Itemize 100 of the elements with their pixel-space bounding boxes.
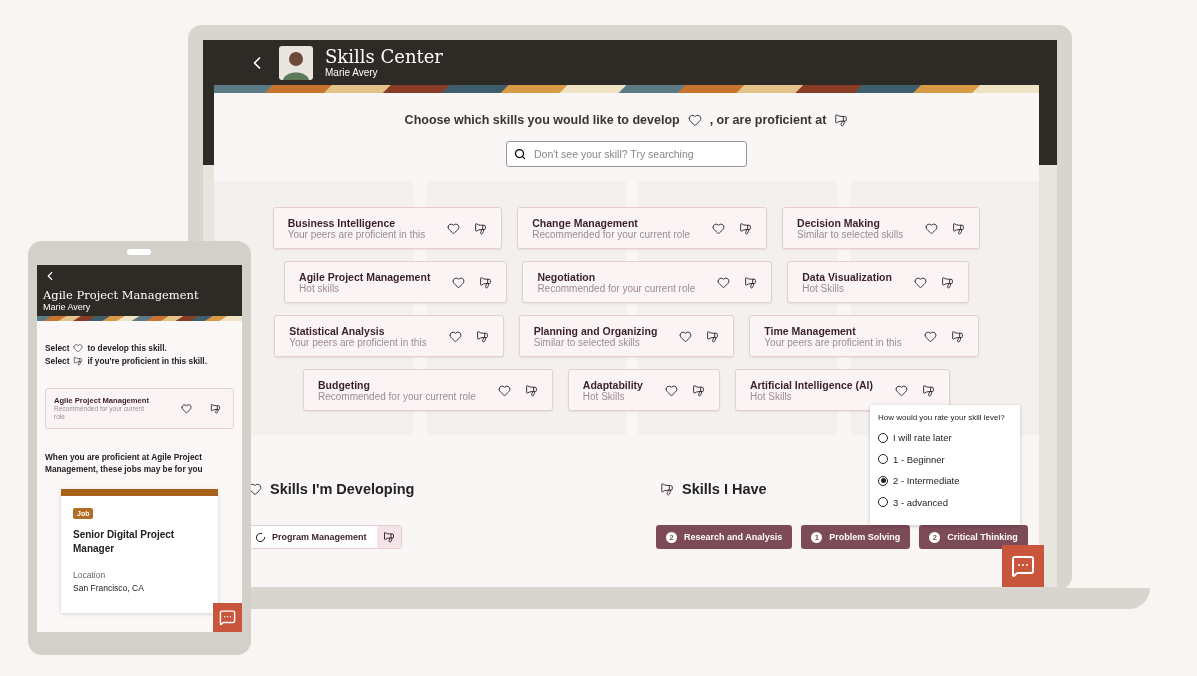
location-value: San Francisco, CA — [73, 583, 145, 594]
skill-card[interactable]: Decision Making Similar to selected skills — [782, 207, 981, 249]
megaphone-button[interactable] — [376, 526, 401, 548]
megaphone-icon — [382, 531, 395, 543]
skill-name: Negotiation — [537, 270, 597, 283]
heart-button[interactable] — [181, 403, 192, 415]
heart-button[interactable] — [712, 221, 726, 235]
skill-name: Change Management — [532, 216, 639, 229]
megaphone-button[interactable] — [739, 221, 753, 235]
skill-note: Hot Skills — [749, 390, 793, 402]
megaphone-button[interactable] — [210, 403, 221, 415]
instruction-text: Select — [45, 356, 70, 367]
section-title: Skills I Have — [682, 481, 767, 497]
heart-button[interactable] — [913, 275, 927, 289]
skill-name: Agile Project Management — [299, 270, 431, 283]
heart-button[interactable] — [452, 275, 466, 289]
skill-note: Similar to selected skills — [797, 228, 904, 240]
megaphone-button[interactable] — [950, 329, 964, 343]
skill-note: Recommended for your current role — [532, 228, 691, 240]
skill-note: Your peers are proficient in this — [287, 228, 426, 240]
megaphone-button[interactable] — [524, 383, 538, 397]
skill-note: Your peers are proficient in this — [764, 336, 902, 348]
prompt-text: , or are proficient at — [709, 113, 827, 127]
instruction-text: Select — [45, 343, 70, 354]
skill-name: Budgeting — [317, 378, 371, 391]
megaphone-button[interactable] — [744, 275, 758, 289]
megaphone-icon — [660, 482, 674, 496]
skill-note: Recommended for your current role — [537, 282, 696, 294]
user-name: Marie Avery — [43, 302, 92, 313]
megaphone-button[interactable] — [691, 383, 705, 397]
heart-icon — [687, 113, 702, 127]
user-name: Marie Avery — [325, 67, 379, 79]
megaphone-button[interactable] — [940, 275, 954, 289]
skill-name: Business Intelligence — [287, 216, 397, 229]
heart-button[interactable] — [717, 275, 731, 289]
skill-card[interactable]: Business Intelligence Your peers are proficient in this — [272, 207, 503, 249]
phone-speaker — [127, 249, 151, 255]
popup-question: How would you rate your skill level? — [878, 413, 1006, 422]
heart-button[interactable] — [664, 383, 678, 397]
skill-note: Hot Skills — [802, 282, 845, 294]
location-label: Location — [73, 570, 107, 581]
jobs-intro: When you are proficient at Agile Project Management, these jobs may be for you — [45, 451, 204, 476]
heart-button[interactable] — [679, 329, 693, 343]
skill-name: Planning and Organizing — [533, 324, 658, 337]
skill-note: Recommended for your current role — [317, 390, 476, 402]
skill-card[interactable]: Negotiation Recommended for your current role — [522, 261, 773, 303]
heart-button[interactable] — [447, 221, 461, 235]
job-title: Senior Digital Project Manager — [73, 528, 176, 557]
search-icon — [514, 148, 526, 160]
rating-option[interactable]: 2 - Intermediate — [878, 473, 1012, 489]
skill-card[interactable]: Artificial Intelligence (AI) Hot Skills — [734, 369, 951, 411]
prompt-text: Choose which skills you would like to develop — [404, 113, 680, 127]
skill-card[interactable]: Data Visualization Hot Skills — [787, 261, 969, 303]
heart-icon — [73, 343, 84, 354]
skill-card[interactable]: Change Management Recommended for your current role — [517, 207, 768, 249]
skill-name: Time Management — [764, 324, 857, 337]
loader-icon — [255, 531, 266, 543]
megaphone-button[interactable] — [479, 275, 493, 289]
chat-button[interactable] — [213, 603, 242, 632]
skill-name: Data Visualization — [802, 270, 892, 283]
megaphone-button[interactable] — [475, 329, 489, 343]
megaphone-icon — [73, 356, 84, 367]
chat-icon — [219, 609, 236, 626]
avatar-icon — [279, 45, 313, 80]
heart-button[interactable] — [895, 383, 909, 397]
skill-card[interactable]: Time Management Your peers are proficient in this — [749, 315, 979, 357]
megaphone-button[interactable] — [706, 329, 720, 343]
skill-name: Decision Making — [797, 216, 881, 229]
skill-name: Statistical Analysis — [289, 324, 386, 337]
skill-note: Your peers are proficient in this — [289, 336, 427, 348]
instruction-text: to develop this skill. — [87, 343, 167, 354]
heart-button[interactable] — [925, 221, 939, 235]
rating-option[interactable]: I will rate later — [878, 430, 1012, 446]
skill-note: Hot skills — [299, 282, 340, 294]
rating-option[interactable]: 1 - Beginner — [878, 451, 1012, 467]
chat-button[interactable] — [1002, 545, 1044, 587]
rating-option[interactable]: 3 - advanced — [878, 494, 1012, 510]
megaphone-icon — [834, 113, 849, 127]
skill-note: Hot Skills — [582, 390, 625, 402]
skill-note: Similar to selected skills — [533, 336, 640, 348]
skill-chip[interactable]: Program Management — [248, 525, 402, 549]
skill-card[interactable]: Planning and Organizing Similar to selected skills — [518, 315, 735, 357]
heart-button[interactable] — [448, 329, 462, 343]
skill-card[interactable]: Agile Project Management Hot skills — [284, 261, 508, 303]
heart-button[interactable] — [497, 383, 511, 397]
heart-button[interactable] — [923, 329, 937, 343]
megaphone-button[interactable] — [474, 221, 488, 235]
page-title: Skills Center — [325, 46, 443, 68]
skill-card[interactable]: Budgeting Recommended for your current role — [302, 369, 553, 411]
chat-icon — [1011, 554, 1035, 578]
skill-card[interactable]: Statistical Analysis Your peers are proficient in this — [274, 315, 504, 357]
skill-name: Adaptability — [582, 378, 643, 391]
skill-name: Artificial Intelligence (AI) — [749, 378, 874, 391]
page-title: Agile Project Management — [43, 289, 200, 303]
megaphone-button[interactable] — [952, 221, 966, 235]
megaphone-button[interactable] — [922, 383, 936, 397]
section-title: Skills I'm Developing — [270, 481, 415, 497]
search-field[interactable]: Don't see your skill? Try searching — [506, 141, 747, 167]
instruction-text: if you're proficient in this skill. — [87, 356, 207, 367]
skill-card[interactable]: Adaptability Hot Skills — [567, 369, 720, 411]
